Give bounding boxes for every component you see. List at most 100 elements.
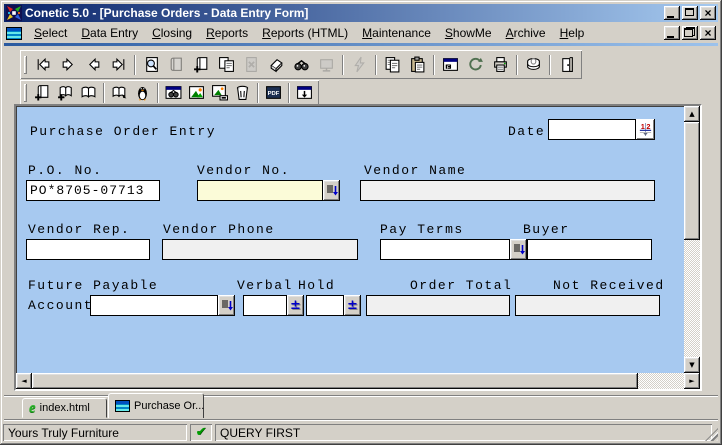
print-button[interactable] <box>488 53 513 76</box>
pay-terms-lookup-button[interactable] <box>510 239 527 260</box>
clear-form-button[interactable] <box>264 53 289 76</box>
find-window-button[interactable] <box>162 83 185 103</box>
not-received-field[interactable] <box>515 295 660 316</box>
refresh-button[interactable] <box>463 53 488 76</box>
vendor-no-field[interactable] <box>197 180 323 201</box>
menu-reports-html[interactable]: Reports (HTML) <box>255 24 355 42</box>
image-button[interactable] <box>185 83 208 103</box>
plus-minus-icon: ± <box>347 299 358 312</box>
new-book-button[interactable] <box>31 83 54 103</box>
verbal-toggle-button[interactable]: ± <box>287 295 304 316</box>
browse-web-button[interactable] <box>521 53 546 76</box>
add-record-button[interactable] <box>189 53 214 76</box>
vertical-scrollbar[interactable]: ▲ ▼ <box>684 106 700 373</box>
next-record-button[interactable] <box>56 53 81 76</box>
first-record-button[interactable] <box>31 53 56 76</box>
window-down-icon <box>296 84 313 101</box>
image-remove-button[interactable] <box>208 83 231 103</box>
toolbar-separator <box>433 55 435 75</box>
last-record-button[interactable] <box>106 53 131 76</box>
pay-terms-field[interactable] <box>380 239 510 260</box>
menu-maintenance[interactable]: Maintenance <box>355 24 438 42</box>
date-label: Date <box>508 124 545 139</box>
detail-view-button <box>314 53 339 76</box>
mdi-close-button[interactable]: × <box>700 26 716 40</box>
po-no-field[interactable]: PO*8705-07713 <box>26 180 160 201</box>
duplicate-record-button[interactable] <box>214 53 239 76</box>
maximize-icon <box>685 8 694 16</box>
edit-book-button[interactable] <box>108 83 131 103</box>
menu-closing[interactable]: Closing <box>145 24 199 42</box>
horizontal-scrollbar[interactable]: ◄ ► <box>16 373 700 389</box>
menu-help[interactable]: Help <box>553 24 592 42</box>
scroll-up-button[interactable]: ▲ <box>684 106 700 122</box>
vendor-name-field[interactable] <box>360 180 655 201</box>
account-lookup-button[interactable] <box>218 295 235 316</box>
maximize-button[interactable] <box>682 6 698 20</box>
close-icon: × <box>704 28 711 38</box>
window-title: Conetic 5.0 - [Purchase Orders - Data En… <box>25 6 308 20</box>
form-view-button[interactable] <box>438 53 463 76</box>
exit-button[interactable] <box>554 53 579 76</box>
status-check-panel: ✔ <box>190 424 212 441</box>
paste-button[interactable] <box>405 53 430 76</box>
execute-button <box>347 53 372 76</box>
mdi-restore-button[interactable] <box>682 26 698 40</box>
send-to-window-button[interactable] <box>293 83 316 103</box>
close-button[interactable]: × <box>700 6 716 20</box>
date-picker-button[interactable] <box>636 119 655 140</box>
date-field[interactable] <box>548 119 636 140</box>
openbook-icon <box>80 84 97 101</box>
refresh-icon <box>467 56 484 73</box>
tab-purchase-orders[interactable]: Purchase Or... <box>108 393 204 418</box>
hold-field[interactable] <box>306 295 344 316</box>
toolbar-separator <box>157 83 159 103</box>
arrow-up-icon: ▲ <box>689 110 694 118</box>
door-icon <box>558 56 575 73</box>
open-book-add-button[interactable] <box>54 83 77 103</box>
toolbar-gripper[interactable] <box>24 84 27 102</box>
printer-icon <box>492 56 509 73</box>
vendor-phone-field[interactable] <box>162 239 358 260</box>
hold-toggle-button[interactable]: ± <box>344 295 361 316</box>
horizontal-scroll-thumb[interactable] <box>32 373 638 389</box>
openbook-edit-icon <box>111 84 128 101</box>
menu-archive[interactable]: Archive <box>499 24 553 42</box>
tab-label: index.html <box>40 402 90 414</box>
tab-index-html[interactable]: e index.html <box>22 398 107 418</box>
menu-showme[interactable]: ShowMe <box>438 24 499 42</box>
verbal-field[interactable] <box>243 295 287 316</box>
minimize-button[interactable] <box>664 6 680 20</box>
showme-button[interactable] <box>131 83 154 103</box>
scroll-down-button[interactable]: ▼ <box>684 357 700 373</box>
delete-button[interactable] <box>231 83 254 103</box>
toolbar-separator <box>342 55 344 75</box>
form-title: Purchase Order Entry <box>30 124 216 139</box>
vendor-no-lookup-button[interactable] <box>323 180 340 201</box>
mdi-child-icon[interactable] <box>6 27 22 40</box>
menu-select[interactable]: Select <box>27 24 74 42</box>
future-payable-label: Future Payable <box>28 278 158 293</box>
status-message-panel: QUERY FIRST <box>215 424 712 441</box>
buyer-field[interactable] <box>527 239 652 260</box>
query-button[interactable] <box>139 53 164 76</box>
copy-button[interactable] <box>380 53 405 76</box>
menu-data-entry[interactable]: Data Entry <box>74 24 145 42</box>
image-icon <box>188 84 205 101</box>
scroll-left-button[interactable]: ◄ <box>16 373 32 389</box>
vendor-rep-field[interactable] <box>26 239 150 260</box>
title-bar[interactable]: Conetic 5.0 - [Purchase Orders - Data En… <box>4 4 718 22</box>
toolbar-gripper[interactable] <box>24 56 27 74</box>
arrow-down-icon: ▼ <box>689 361 694 369</box>
order-total-field[interactable] <box>366 295 510 316</box>
hold-label: Hold <box>298 278 335 293</box>
mdi-minimize-button[interactable] <box>664 26 680 40</box>
open-book-button[interactable] <box>77 83 100 103</box>
pdf-export-button[interactable] <box>262 83 285 103</box>
account-field[interactable] <box>90 295 218 316</box>
previous-record-button[interactable] <box>81 53 106 76</box>
menu-reports[interactable]: Reports <box>199 24 255 42</box>
scroll-right-button[interactable]: ► <box>684 373 700 389</box>
find-button[interactable] <box>289 53 314 76</box>
vertical-scroll-thumb[interactable] <box>684 122 700 240</box>
